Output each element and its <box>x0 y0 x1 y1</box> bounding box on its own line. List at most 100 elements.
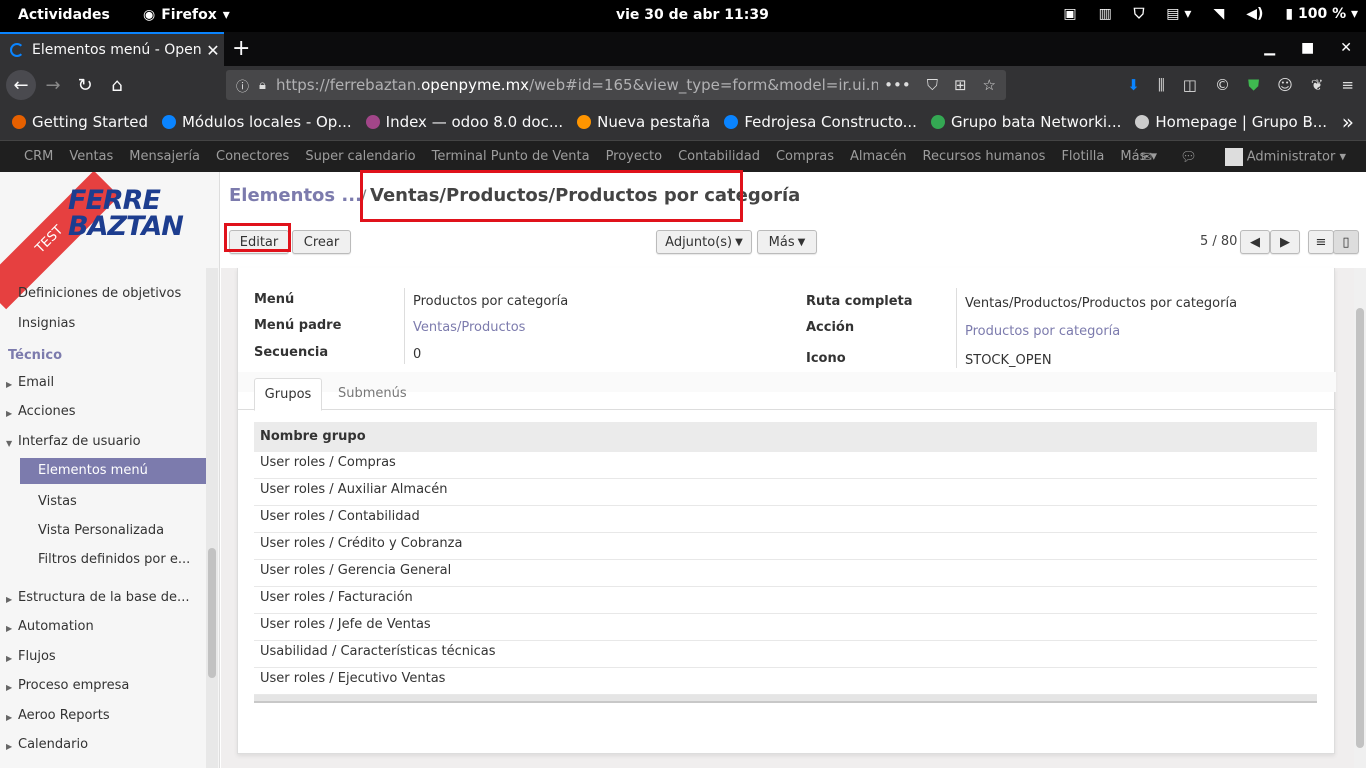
odoo-menu-item[interactable]: Terminal Punto de Venta <box>424 149 598 164</box>
extension-leaf-icon[interactable]: ❦ <box>1311 76 1324 94</box>
list-view-button[interactable]: ≡ <box>1308 230 1334 254</box>
odoo-menu-item[interactable]: CRM <box>16 149 61 164</box>
bookmark-item[interactable]: Módulos locales - Op... <box>161 113 352 131</box>
company-logo[interactable]: TEST FERRE BAZTAN <box>0 172 219 310</box>
translate-icon[interactable]: ⊞ <box>954 76 967 94</box>
sidebar-item-user-interface[interactable]: Interfaz de usuario <box>18 434 141 449</box>
bookmark-item[interactable]: Grupo bata Networki... <box>930 113 1121 131</box>
odoo-menu-item[interactable]: Flotilla <box>1053 149 1112 164</box>
sidebar-icon[interactable]: ◫ <box>1183 76 1197 94</box>
library-icon[interactable]: ⫼ <box>1158 76 1165 94</box>
odoo-menu-item[interactable]: Ventas <box>61 149 121 164</box>
sidebar-item-actions[interactable]: Acciones <box>18 404 76 419</box>
extension-user-icon[interactable]: ☺ <box>1277 76 1293 94</box>
close-tab-icon[interactable]: ✕ <box>202 41 224 60</box>
new-tab-button[interactable]: + <box>232 36 250 61</box>
bookmark-item[interactable]: Getting Started <box>12 113 148 131</box>
user-menu[interactable]: Administrator ▾ <box>1224 148 1346 166</box>
mail-icon[interactable]: ✉ <box>1141 150 1152 165</box>
home-button[interactable]: ⌂ <box>104 72 130 98</box>
sidebar-item-views[interactable]: Vistas <box>38 494 77 509</box>
odoo-menu-item[interactable]: Almacén <box>842 149 915 164</box>
odoo-menu-item[interactable]: Compras <box>768 149 842 164</box>
close-window-icon[interactable]: ✕ <box>1340 40 1352 56</box>
odoo-menu-item[interactable]: Conectores <box>208 149 297 164</box>
table-row[interactable]: Usabilidad / Características técnicas <box>254 641 1317 668</box>
url-bar[interactable]: ⓘ 🔒︎ https://ferrebaztan. openpyme.mx/web… <box>226 70 1006 100</box>
table-row[interactable]: User roles / Compras <box>254 452 1317 479</box>
sidebar-item-db-structure[interactable]: Estructura de la base de... <box>18 590 189 605</box>
odoo-menu-item[interactable]: Mensajería <box>121 149 208 164</box>
bookmark-item[interactable]: Fedrojesa Constructo... <box>724 113 917 131</box>
clock[interactable]: vie 30 de abr 11:39 <box>616 7 769 23</box>
main-scrollbar-thumb[interactable] <box>1356 308 1364 748</box>
table-row[interactable]: User roles / Ejecutivo Ventas <box>254 668 1317 695</box>
odoo-menu-item[interactable]: Super calendario <box>297 149 423 164</box>
bookmark-item[interactable]: Homepage | Grupo B... <box>1135 113 1327 131</box>
table-header[interactable]: Nombre grupo <box>254 422 1317 452</box>
table-row[interactable]: User roles / Auxiliar Almacén <box>254 479 1317 506</box>
notebook-tabs: Grupos Submenús <box>238 378 1336 411</box>
odoo-menu-item[interactable]: Recursos humanos <box>915 149 1054 164</box>
sidebar-scrollbar[interactable] <box>206 268 218 768</box>
sidebar-item-automation[interactable]: Automation <box>18 619 94 634</box>
table-row[interactable]: User roles / Jefe de Ventas <box>254 614 1317 641</box>
sidebar-item-aeroo-reports[interactable]: Aeroo Reports <box>18 708 110 723</box>
download-icon[interactable]: ⬇ <box>1127 76 1140 94</box>
parent-menu-label: Menú padre <box>254 318 342 333</box>
table-row[interactable]: User roles / Facturación <box>254 587 1317 614</box>
sidebar-item-workflows[interactable]: Flujos <box>18 649 56 664</box>
sidebar-item-custom-view[interactable]: Vista Personalizada <box>38 523 164 538</box>
tab-groups[interactable]: Grupos <box>254 378 322 411</box>
icon-value: STOCK_OPEN <box>965 353 1052 368</box>
app-menu[interactable]: ◉ Firefox ▾ <box>143 7 230 23</box>
pocket-icon[interactable]: ⛉ <box>927 76 938 94</box>
system-tray[interactable]: ▣ ▥ ⛉ ▤ ▾ ◥ ◀) ▮ 100 % ▾ <box>1063 6 1358 22</box>
sidebar-item-goal-definitions[interactable]: Definiciones de objetivos <box>18 286 181 301</box>
breadcrumb-parent[interactable]: Elementos ... <box>229 185 362 206</box>
previous-record-button[interactable]: ◀ <box>1240 230 1270 254</box>
sidebar-item-menu-items[interactable]: Elementos menú <box>20 458 206 484</box>
reload-button[interactable]: ↻ <box>72 72 98 98</box>
table-row[interactable]: User roles / Crédito y Cobranza <box>254 533 1317 560</box>
sidebar-section-technical: Técnico <box>8 348 63 363</box>
create-button[interactable]: Crear <box>292 230 351 254</box>
sidebar-item-calendar[interactable]: Calendario <box>18 737 88 752</box>
sidebar-scrollbar-thumb[interactable] <box>208 548 216 678</box>
hamburger-menu-icon[interactable]: ≡ <box>1341 76 1354 94</box>
browser-tab[interactable]: Elementos menú - Open ✕ <box>0 32 224 66</box>
list-icon: ≡ <box>1315 234 1327 250</box>
firefox-icon: ◉ <box>143 7 156 23</box>
activities-button[interactable]: Actividades <box>18 7 110 23</box>
shield-icon: ⛉ <box>1133 6 1145 22</box>
form-view-button[interactable]: ▯ <box>1333 230 1359 254</box>
bookmark-item[interactable]: Index — odoo 8.0 doc... <box>365 113 563 131</box>
sidebar-item-filters[interactable]: Filtros definidos por e... <box>38 552 190 567</box>
table-row[interactable]: User roles / Contabilidad <box>254 506 1317 533</box>
sidebar-item-email[interactable]: Email <box>18 375 54 390</box>
back-button[interactable]: ← <box>6 70 36 100</box>
odoo-menu-item[interactable]: Proyecto <box>598 149 671 164</box>
odoo-menu-item[interactable]: Contabilidad <box>670 149 768 164</box>
more-dropdown[interactable]: Más ▼ <box>757 230 817 254</box>
page-actions-icon[interactable]: ••• <box>884 76 911 94</box>
tab-submenus[interactable]: Submenús <box>338 386 407 401</box>
bookmarks-overflow-icon[interactable]: » <box>1342 110 1354 134</box>
toolbar-extensions: ⬇ ⫼ ◫ © ⛊ ☺ ❦ ≡ <box>1127 76 1354 94</box>
next-record-button[interactable]: ▶ <box>1270 230 1300 254</box>
maximize-icon[interactable]: ■ <box>1301 40 1314 56</box>
adblock-icon[interactable]: ⛊ <box>1248 76 1259 94</box>
extension-c-icon[interactable]: © <box>1215 76 1230 94</box>
minimize-icon[interactable]: ▁ <box>1264 40 1275 56</box>
sidebar-item-business-process[interactable]: Proceso empresa <box>18 678 129 693</box>
attachments-dropdown[interactable]: Adjunto(s) ▼ <box>656 230 752 254</box>
sequence-label: Secuencia <box>254 345 329 360</box>
action-link[interactable]: Productos por categoría <box>965 324 1120 339</box>
bookmark-item[interactable]: Nueva pestaña <box>577 113 710 131</box>
forward-button[interactable]: → <box>40 72 66 98</box>
sidebar-item-badges[interactable]: Insignias <box>18 316 75 331</box>
bookmark-star-icon[interactable]: ☆ <box>983 76 996 94</box>
parent-menu-link[interactable]: Ventas/Productos <box>413 320 525 335</box>
table-row[interactable]: User roles / Gerencia General <box>254 560 1317 587</box>
chat-icon[interactable]: 💬︎ <box>1180 150 1197 165</box>
